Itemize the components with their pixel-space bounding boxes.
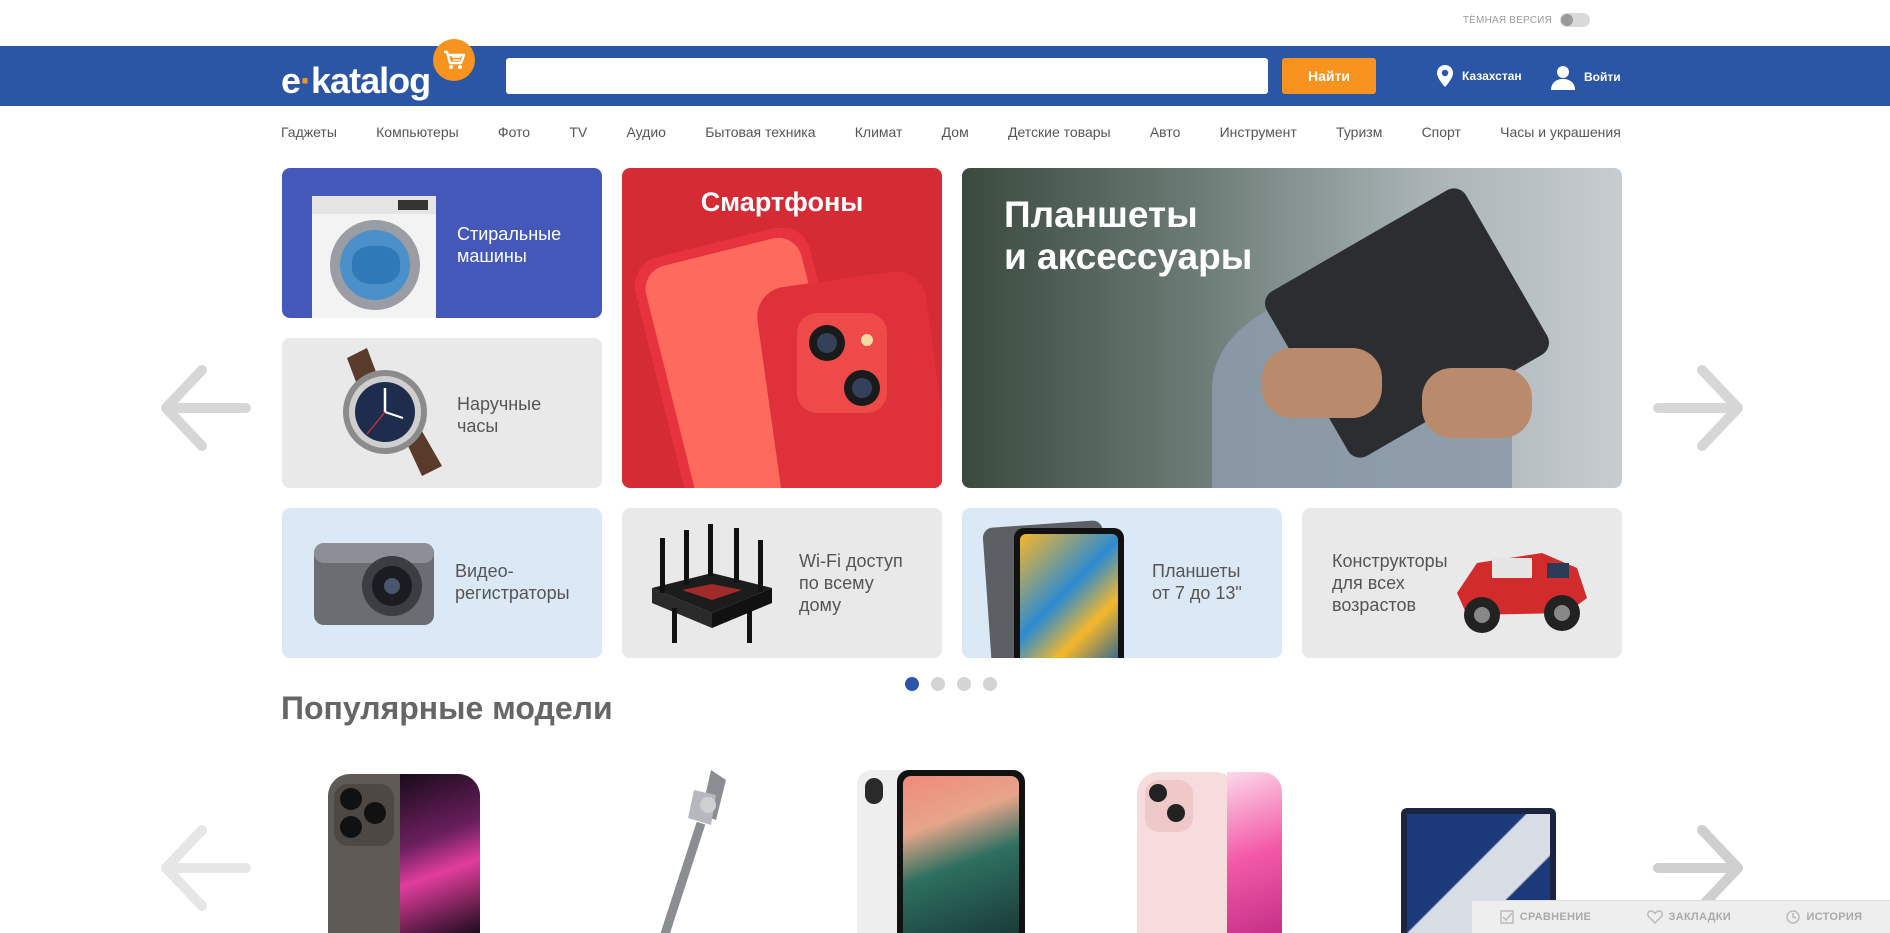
nav-item-sport[interactable]: Спорт xyxy=(1422,124,1461,140)
logo-text: e·katalog xyxy=(281,60,431,102)
product-image-vacuum xyxy=(659,770,726,933)
user-icon xyxy=(1551,66,1575,90)
watch-image xyxy=(343,348,442,476)
banner-constructors[interactable]: Конструкторы для всех возрастов xyxy=(1302,508,1622,658)
banner-tablets-accessories[interactable]: Планшеты и аксессуары xyxy=(962,168,1622,488)
location-label: Казахстан xyxy=(1462,69,1522,83)
carousel-dot-4[interactable] xyxy=(983,677,997,691)
popular-prev-arrow-icon[interactable] xyxy=(158,820,254,916)
clock-icon xyxy=(1786,910,1801,924)
product-card-stick-vacuum[interactable] xyxy=(616,770,736,933)
product-image-tablet-front xyxy=(897,770,1025,933)
carousel-prev-arrow-icon[interactable] xyxy=(158,360,254,456)
logo-dot: · xyxy=(300,60,312,101)
banner-watches[interactable]: Наручные часы xyxy=(282,338,602,488)
page: ТЁМНАЯ ВЕРСИЯ e·katalog Найти Казахстан … xyxy=(0,0,1890,933)
location-pin-icon xyxy=(1437,65,1453,87)
banner-wifi[interactable]: Wi-Fi доступ по всему дому xyxy=(622,508,942,658)
banner-tablets-size-label: Планшеты от 7 до 13" xyxy=(1152,561,1242,603)
search-input[interactable] xyxy=(506,58,1268,94)
carousel-pagination xyxy=(905,677,997,691)
nav-item-climate[interactable]: Климат xyxy=(855,124,903,140)
logo-suffix: katalog xyxy=(311,60,431,101)
banner-dashcams[interactable]: Видео- регистраторы xyxy=(282,508,602,658)
nav-item-kids[interactable]: Детские товары xyxy=(1008,124,1111,140)
cart-icon xyxy=(433,39,475,81)
heart-icon xyxy=(1646,910,1663,924)
toy-car-image xyxy=(1457,553,1587,633)
carousel-dot-2[interactable] xyxy=(931,677,945,691)
login-button[interactable]: Войти xyxy=(1550,64,1621,90)
banner-washing-machines-label: Стиральные машины xyxy=(457,224,562,266)
nav-item-gadgets[interactable]: Гаджеты xyxy=(281,124,337,140)
carousel-dot-3[interactable] xyxy=(957,677,971,691)
bookmarks-button[interactable]: ЗАКЛАДКИ xyxy=(1646,910,1732,924)
history-label: ИСТОРИЯ xyxy=(1806,911,1863,923)
nav-item-tv[interactable]: TV xyxy=(569,124,587,140)
nav-item-photo[interactable]: Фото xyxy=(498,124,530,140)
router-image xyxy=(652,524,772,643)
product-card-tablet-white[interactable] xyxy=(857,770,1027,933)
banner-tablets-size[interactable]: Планшеты от 7 до 13" xyxy=(962,508,1282,658)
nav-item-watches-jewelry[interactable]: Часы и украшения xyxy=(1500,124,1621,140)
top-bar: ТЁМНАЯ ВЕРСИЯ xyxy=(0,0,1890,46)
dark-mode-switch[interactable] xyxy=(1560,13,1590,27)
header: e·katalog Найти Казахстан Войти xyxy=(0,39,1890,106)
banner-dashcams-label: Видео- регистраторы xyxy=(455,561,570,603)
banner-constructors-label: Конструкторы для всех возрастов xyxy=(1332,551,1448,615)
history-button[interactable]: ИСТОРИЯ xyxy=(1786,910,1862,924)
product-image-phone-graphite xyxy=(328,774,480,933)
carousel-dot-1[interactable] xyxy=(905,677,919,691)
product-card-smartphone-graphite[interactable] xyxy=(328,770,483,933)
hand-left xyxy=(1262,348,1382,418)
banner-watches-label: Наручные часы xyxy=(457,394,542,436)
switch-knob xyxy=(1561,14,1573,26)
logo[interactable]: e·katalog xyxy=(281,39,481,102)
location-selector[interactable]: Казахстан xyxy=(1436,64,1522,88)
tablet-front-image xyxy=(1014,528,1124,658)
category-nav: Гаджеты Компьютеры Фото TV Аудио Бытовая… xyxy=(281,124,1621,140)
banner-tablets-label: Планшеты и аксессуары xyxy=(1004,194,1253,277)
carousel-next-arrow-icon[interactable] xyxy=(1650,360,1746,456)
banner-washing-machines[interactable]: Стиральные машины xyxy=(282,168,602,318)
nav-item-auto[interactable]: Авто xyxy=(1150,124,1181,140)
logo-prefix: e xyxy=(281,60,301,101)
banner-smartphones-label: Смартфоны xyxy=(700,187,864,217)
nav-item-appliances[interactable]: Бытовая техника xyxy=(705,124,815,140)
washing-machine-image xyxy=(312,196,436,318)
banner-smartphones[interactable]: Смартфоны xyxy=(622,168,942,488)
popular-models-title: Популярные модели xyxy=(281,690,613,726)
smartphone-image xyxy=(634,228,942,488)
product-image-phone-pink-front xyxy=(1227,772,1282,933)
bottom-toolbar: СРАВНЕНИЕ ЗАКЛАДКИ ИСТОРИЯ xyxy=(1472,900,1890,933)
compare-label: СРАВНЕНИЕ xyxy=(1519,911,1592,923)
nav-item-tools[interactable]: Инструмент xyxy=(1220,124,1297,140)
banner-wifi-label: Wi-Fi доступ по всему дому xyxy=(799,551,903,615)
compare-button[interactable]: СРАВНЕНИЕ xyxy=(1499,910,1592,924)
dark-mode-label: ТЁМНАЯ ВЕРСИЯ xyxy=(1462,14,1552,26)
dashcam-image xyxy=(314,543,434,625)
hand-right xyxy=(1422,368,1532,438)
nav-item-home[interactable]: Дом xyxy=(942,124,969,140)
nav-item-tourism[interactable]: Туризм xyxy=(1336,124,1382,140)
nav-item-audio[interactable]: Аудио xyxy=(626,124,666,140)
product-card-smartphone-pink[interactable] xyxy=(1137,770,1282,933)
checkbox-icon xyxy=(1499,910,1514,924)
dark-mode-toggle[interactable]: ТЁМНАЯ ВЕРСИЯ xyxy=(1463,13,1590,27)
nav-item-computers[interactable]: Компьютеры xyxy=(376,124,459,140)
bookmarks-label: ЗАКЛАДКИ xyxy=(1668,911,1732,923)
search-button[interactable]: Найти xyxy=(1282,58,1376,94)
product-image-phone-pink-back xyxy=(1137,772,1237,933)
login-label: Войти xyxy=(1584,70,1621,84)
